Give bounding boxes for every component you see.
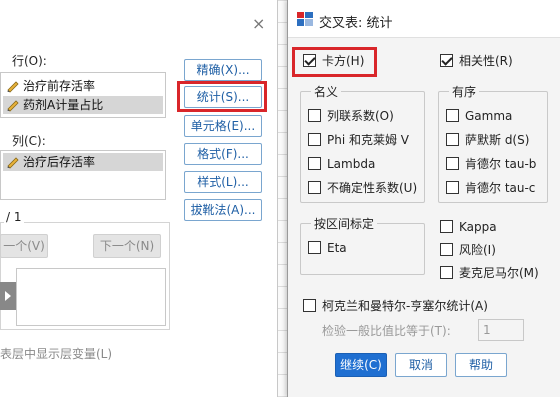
lambda-checkbox[interactable]: Lambda [308,156,375,174]
eta-checkbox[interactable]: Eta [308,240,347,258]
checkbox-box [440,243,453,256]
statistics-button-highlight [177,81,267,112]
columns-label: 列(C): [12,134,46,148]
correlation-checkbox[interactable]: 相关性(R) [440,53,513,71]
kendall-tau-c-checkbox[interactable]: 肯德尔 tau-c [446,180,535,198]
next-layer-button[interactable]: 下一个(N) [93,234,161,258]
checkbox-box [308,109,321,122]
exact-button[interactable]: 精确(X)... [184,59,262,81]
scale-variable-icon [7,157,19,169]
checkbox-box [446,157,459,170]
phi-cramer-checkbox[interactable]: Phi 和克莱姆 V [308,132,409,150]
continue-button[interactable]: 继续(C) [335,353,387,377]
kendall-tau-b-checkbox[interactable]: 肯德尔 tau-b [446,156,536,174]
contingency-coefficient-checkbox[interactable]: 列联系数(O) [308,108,394,126]
checkbox-label: Eta [327,241,347,255]
close-icon[interactable]: × [252,14,265,33]
cancel-button[interactable]: 取消 [395,353,447,377]
list-item[interactable]: 药剂A计量占比 [3,96,163,114]
cells-button[interactable]: 单元格(E)... [184,115,262,137]
help-button[interactable]: 帮助 [455,353,507,377]
display-layer-variables-label: 表层中显示层变量(L) [0,347,113,361]
format-button[interactable]: 格式(F)... [184,143,262,165]
scale-variable-icon [7,100,19,112]
checkbox-box [446,181,459,194]
checkbox-label: Lambda [327,157,376,171]
checkbox-box [440,266,453,279]
list-item-label: 治疗后存活率 [23,155,96,169]
nominal-group-title: 名义 [311,83,342,100]
checkbox-label: Gamma [465,109,513,123]
risk-checkbox[interactable]: 风险(I) [440,242,496,260]
statistics-dialog: 交叉表: 统计 卡方(H) 相关性(R) 名义 列联系数(O) Phi 和克莱姆… [287,0,560,397]
checkbox-label: 列联系数(O) [327,109,394,123]
test-common-odds-ratio-label: 检验一般比值比等于(T): [322,324,451,338]
uncertainty-coefficient-checkbox[interactable]: 不确定性系数(U) [308,180,417,198]
title-bar: 交叉表: 统计 [288,0,560,38]
list-item-label: 药剂A计量占比 [23,98,104,112]
rows-label: 行(O): [12,54,47,68]
list-item[interactable]: 治疗前存活率 [3,77,163,95]
previous-layer-button[interactable]: 一个(V) [0,234,48,258]
checkbox-label: Phi 和克莱姆 V [327,133,410,147]
list-item[interactable]: 治疗后存活率 [3,153,163,171]
interval-group-title: 按区间标定 [311,215,378,232]
layer-counter: / 1 [4,210,24,224]
scale-variable-icon [7,81,19,93]
mcnemar-checkbox[interactable]: 麦克尼马尔(M) [440,265,539,283]
checkbox-label: 肯德尔 tau-c [465,181,536,195]
rows-listbox[interactable]: 治疗前存活率 药剂A计量占比 [0,72,166,118]
list-item-label: 治疗前存活率 [23,79,96,93]
style-button[interactable]: 样式(L)... [184,171,262,193]
checkbox-label: 萨默斯 d(S) [465,133,530,147]
checkbox-box [308,241,321,254]
kappa-checkbox[interactable]: Kappa [440,219,497,237]
checkbox-label: 肯德尔 tau-b [465,157,537,171]
arrow-right-icon [5,291,11,301]
gamma-checkbox[interactable]: Gamma [446,108,512,126]
check-icon [440,54,453,67]
checkbox-label: 不确定性系数(U) [327,181,418,195]
checkbox-box [308,157,321,170]
crosstabs-dialog: × 行(O): 治疗前存活率 药剂A计量占比 列(C): 治疗后存活率 / 1 … [0,0,278,397]
correlation-label: 相关性(R) [459,54,513,68]
checkbox-box [308,133,321,146]
bootstrap-button[interactable]: 拔靴法(A)... [184,199,262,221]
crosstabs-icon [296,11,314,27]
columns-listbox[interactable]: 治疗后存活率 [0,150,166,200]
checkbox-box [446,133,459,146]
chi-square-highlight [292,47,377,77]
checkbox-label: 柯克兰和曼特尔-亨塞尔统计(A) [322,299,488,313]
checkbox-label: Kappa [459,220,497,234]
checkbox-box [308,181,321,194]
checkbox-label: 麦克尼马尔(M) [459,266,539,280]
test-ratio-input[interactable]: 1 [478,319,524,341]
checkbox-box [303,299,316,312]
layer-listbox[interactable] [16,268,166,326]
ordinal-group-title: 有序 [449,83,480,100]
dialog-title: 交叉表: 统计 [319,16,393,31]
cmh-checkbox[interactable]: 柯克兰和曼特尔-亨塞尔统计(A) [303,298,488,316]
somers-d-checkbox[interactable]: 萨默斯 d(S) [446,132,529,150]
checkbox-box [440,220,453,233]
checkbox-box [446,109,459,122]
checkbox-label: 风险(I) [459,243,496,257]
move-arrow-button[interactable] [0,282,16,310]
